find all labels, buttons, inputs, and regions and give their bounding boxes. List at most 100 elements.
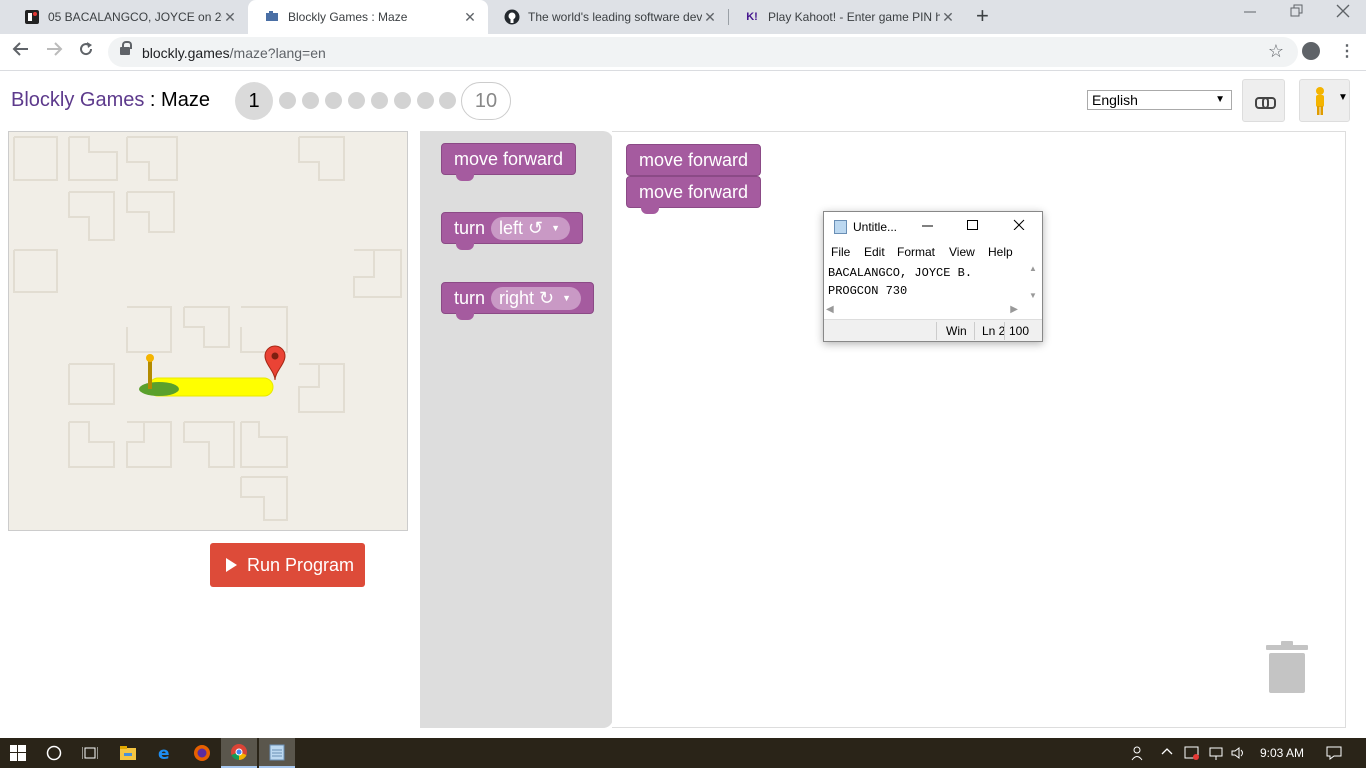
menu-edit[interactable]: Edit <box>864 245 885 259</box>
browser-toolbar: blockly.games/maze?lang=en ☆ ⋮ <box>0 34 1366 71</box>
notepad-window[interactable]: Untitle... File Edit Format View Help BA… <box>823 211 1043 342</box>
url-text: blockly.games/maze?lang=en <box>142 45 326 61</box>
people-icon[interactable] <box>1130 745 1146 764</box>
back-icon[interactable] <box>12 40 30 63</box>
github-icon <box>504 9 520 25</box>
bookmark-star-icon[interactable]: ☆ <box>1268 41 1284 62</box>
chevron-up-icon[interactable] <box>1161 745 1173 760</box>
status-eol: Win <box>946 324 967 338</box>
page-title: Blockly Games : Maze <box>11 89 210 111</box>
level-dot[interactable] <box>371 92 388 109</box>
restore-icon[interactable] <box>1290 4 1304 23</box>
network-icon[interactable] <box>1208 745 1224 764</box>
blockly-icon <box>264 9 280 25</box>
pegman-button[interactable]: ▼ <box>1299 79 1350 122</box>
maze-board <box>8 131 408 531</box>
tab-kahoot[interactable]: K! Play Kahoot! - Enter game PIN he ✕ <box>728 0 966 34</box>
maze-tiles <box>13 136 402 521</box>
dropdown-arrow-icon: ▼ <box>551 223 561 233</box>
security-icon[interactable] <box>1184 745 1200 764</box>
svg-text:e: e <box>158 744 170 762</box>
dropdown-arrow-icon: ▼ <box>1338 92 1348 103</box>
close-icon[interactable]: ✕ <box>702 9 718 26</box>
close-icon[interactable]: ✕ <box>940 9 956 26</box>
notepad-menubar: File Edit Format View Help <box>824 243 1042 263</box>
game-name: Maze <box>161 89 210 111</box>
reload-icon[interactable] <box>77 40 95 63</box>
file-explorer-icon[interactable] <box>110 738 146 768</box>
menu-help[interactable]: Help <box>988 245 1013 259</box>
notepad-titlebar[interactable]: Untitle... <box>824 212 1042 242</box>
goal-marker-icon <box>264 345 286 381</box>
pegman-start <box>139 354 179 396</box>
forward-icon[interactable] <box>45 40 63 63</box>
brand-link[interactable]: Blockly Games <box>11 89 144 111</box>
maximize-icon[interactable] <box>967 218 979 233</box>
level-dot[interactable] <box>302 92 319 109</box>
tab-classroom[interactable]: 05 BACALANGCO, JOYCE on 2019 ✕ <box>8 0 248 34</box>
dropdown-arrow-icon: ▼ <box>562 293 572 303</box>
tab-github[interactable]: The world's leading software dev ✕ <box>488 0 728 34</box>
profile-icon[interactable] <box>1302 42 1320 60</box>
task-view-icon[interactable] <box>72 738 108 768</box>
edge-icon[interactable]: e <box>147 738 183 768</box>
lock-icon <box>120 41 132 56</box>
play-icon <box>226 558 237 572</box>
close-icon[interactable]: ✕ <box>462 9 478 26</box>
menu-view[interactable]: View <box>949 245 975 259</box>
toolbox-turn-right-block[interactable]: turn right ↻ ▼ <box>441 282 595 320</box>
clock[interactable]: 9:03 AM <box>1260 746 1304 760</box>
level-dot[interactable] <box>279 92 296 109</box>
pegman-icon <box>1316 87 1324 115</box>
level-dot[interactable] <box>394 92 411 109</box>
close-icon[interactable] <box>1013 218 1025 233</box>
tab-blockly-maze[interactable]: Blockly Games : Maze ✕ <box>248 0 488 34</box>
new-tab-button[interactable]: + <box>976 5 989 27</box>
tab-title: 05 BACALANGCO, JOYCE on 2019 <box>48 10 222 24</box>
notepad-title: Untitle... <box>853 220 898 234</box>
direction-dropdown[interactable]: right ↻ ▼ <box>491 286 582 310</box>
run-program-button[interactable]: Run Program <box>210 543 365 587</box>
notifications-icon[interactable] <box>1326 745 1342 764</box>
toolbox-turn-left-block[interactable]: turn left ↺ ▼ <box>441 212 584 250</box>
level-dot[interactable] <box>439 92 456 109</box>
notepad-taskbar-icon[interactable] <box>259 738 295 768</box>
horizontal-scrollbar[interactable]: ◀ ▶ <box>826 304 1026 318</box>
notepad-text-area[interactable]: BACALANGCO, JOYCE B. PROGCON 730 <box>828 264 972 300</box>
level-dot[interactable] <box>417 92 434 109</box>
notepad-statusbar: Win Ln 2 100 <box>824 319 1042 341</box>
firefox-icon[interactable] <box>184 738 220 768</box>
menu-format[interactable]: Format <box>897 245 935 259</box>
status-position: Ln 2 <box>982 324 1006 338</box>
link-button[interactable] <box>1242 79 1285 122</box>
chrome-icon[interactable] <box>221 738 257 768</box>
menu-icon[interactable]: ⋮ <box>1339 41 1355 61</box>
workspace-move-forward-block[interactable]: move forward <box>626 176 762 214</box>
tab-title: Blockly Games : Maze <box>288 10 408 24</box>
minimize-icon[interactable] <box>922 218 934 233</box>
status-zoom: 100 <box>1009 324 1030 338</box>
kahoot-icon: K! <box>746 11 758 23</box>
direction-dropdown[interactable]: left ↺ ▼ <box>491 216 571 240</box>
tab-title: The world's leading software dev <box>528 10 702 24</box>
close-icon[interactable]: ✕ <box>222 9 238 26</box>
minimize-icon[interactable] <box>1244 4 1256 22</box>
notepad-icon <box>834 220 847 234</box>
start-windows-icon[interactable] <box>0 738 36 768</box>
address-bar[interactable]: blockly.games/maze?lang=en ☆ <box>108 37 1298 67</box>
level-last[interactable]: 10 <box>461 82 511 120</box>
toolbox-move-forward-block[interactable]: move forward <box>441 143 577 181</box>
vertical-scrollbar[interactable]: ▲ ▼ <box>1026 264 1040 312</box>
level-dot[interactable] <box>325 92 342 109</box>
level-current[interactable]: 1 <box>235 82 273 120</box>
volume-icon[interactable] <box>1230 745 1246 764</box>
dropdown-arrow-icon: ▼ <box>1215 94 1225 105</box>
workspace-move-forward-block[interactable]: move forward <box>626 144 762 176</box>
search-icon[interactable] <box>36 738 72 768</box>
menu-file[interactable]: File <box>831 245 850 259</box>
close-window-icon[interactable] <box>1336 4 1350 23</box>
trash-icon[interactable] <box>1266 639 1308 693</box>
browser-tabstrip: 05 BACALANGCO, JOYCE on 2019 ✕ Blockly G… <box>0 0 1366 34</box>
language-select[interactable]: English ▼ <box>1087 90 1232 110</box>
level-dot[interactable] <box>348 92 365 109</box>
